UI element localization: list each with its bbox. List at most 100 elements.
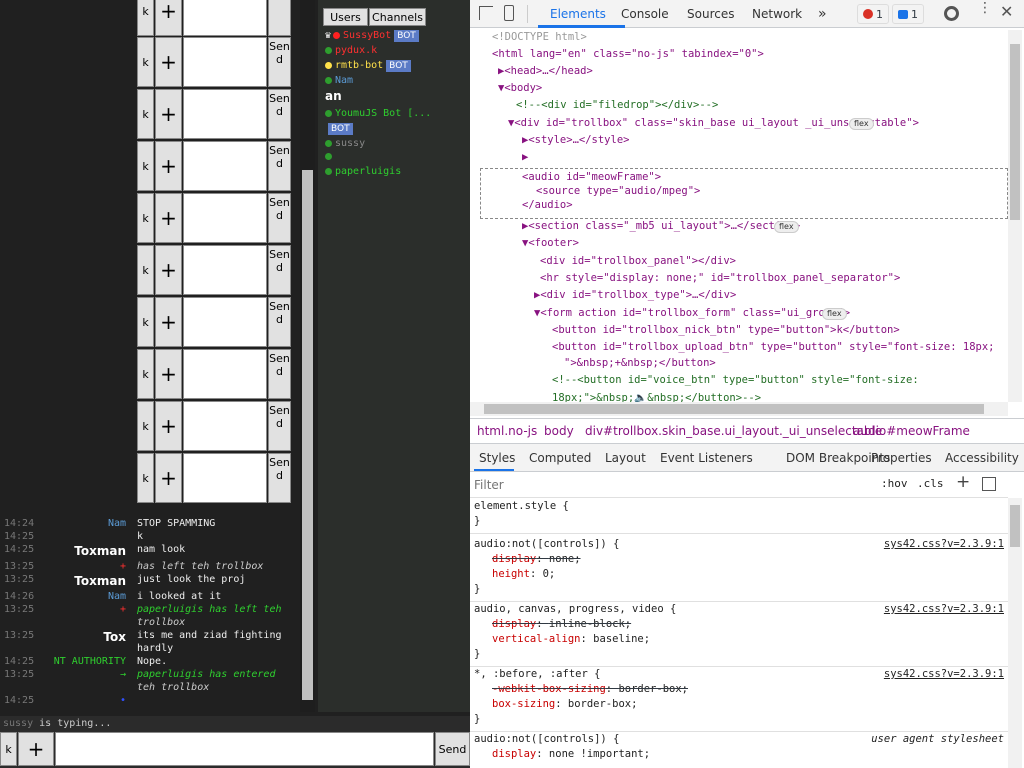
message-input[interactable] [183, 401, 267, 451]
styles-tab[interactable]: Event Listeners [660, 444, 753, 472]
css-selector[interactable]: audio:not([controls]) { [474, 538, 619, 550]
user-item[interactable]: ♛ SussyBot BOT [325, 28, 419, 43]
message-nick[interactable]: • [120, 695, 126, 706]
css-selector[interactable]: *, :before, :after { [474, 668, 600, 680]
message-input[interactable] [183, 297, 267, 347]
user-item[interactable]: BOT [325, 121, 353, 136]
breadcrumb-item[interactable]: audio#meowFrame [853, 424, 970, 438]
styles-tab[interactable]: Properties [871, 444, 932, 472]
flex-badge[interactable]: flex [849, 118, 874, 130]
css-source-link[interactable]: sys42.css?v=2.3.9:1 [884, 603, 1004, 615]
user-item[interactable]: pydux.k [325, 43, 377, 58]
dom-node[interactable]: <button id="trollbox_upload_btn" type="b… [552, 341, 995, 353]
nick-button[interactable]: k [137, 0, 154, 36]
upload-button[interactable]: + [155, 245, 182, 295]
user-item[interactable] [325, 149, 335, 164]
send-button[interactable]: Send [268, 297, 291, 347]
dom-node[interactable]: <hr style="display: none;" id="trollbox_… [540, 272, 900, 284]
dom-node[interactable]: ▼<body> [498, 82, 542, 94]
message-nick[interactable]: + [120, 561, 126, 572]
message-counter[interactable]: 1 [892, 4, 924, 24]
dom-node[interactable]: <!--<button id="voice_btn" type="button"… [552, 374, 919, 386]
dom-node[interactable]: ▶ [522, 151, 528, 163]
add-rule-icon[interactable]: + [956, 472, 970, 492]
nick-button[interactable]: k [137, 297, 154, 347]
css-declaration[interactable]: display: none; [492, 553, 581, 565]
message-input[interactable] [183, 0, 267, 36]
gear-icon[interactable] [944, 6, 959, 21]
upload-button[interactable]: + [155, 0, 182, 36]
css-declaration[interactable]: box-sizing: border-box; [492, 698, 637, 710]
styles-tab[interactable]: Layout [605, 444, 646, 472]
user-name[interactable]: YoumuJS Bot [... [335, 108, 431, 119]
tab-channels[interactable]: Channels [369, 8, 426, 26]
message-nick[interactable]: Nam [108, 518, 126, 529]
filter-input[interactable] [474, 476, 864, 494]
flex-badge[interactable]: flex [822, 308, 847, 320]
inspect-icon[interactable] [479, 6, 493, 20]
upload-button[interactable]: + [155, 349, 182, 399]
send-button[interactable]: Send [268, 453, 291, 503]
css-selector[interactable]: audio, canvas, progress, video { [474, 603, 676, 615]
user-item[interactable]: paperluigis [325, 164, 401, 179]
more-tabs-icon[interactable]: » [818, 0, 827, 28]
user-name[interactable]: sussy [335, 138, 365, 149]
dom-node[interactable]: ▶<section class="_mb5 ui_layout">…</sect… [522, 220, 800, 232]
dom-hscrollbar-thumb[interactable] [484, 404, 984, 414]
css-selector[interactable]: audio:not([controls]) { [474, 733, 619, 745]
message-nick[interactable]: Nam [108, 591, 126, 602]
upload-button[interactable]: + [155, 453, 182, 503]
dom-node[interactable]: ▶<head>…</head> [498, 65, 593, 77]
message-input[interactable] [183, 89, 267, 139]
dom-node[interactable]: <!DOCTYPE html> [492, 31, 587, 43]
nick-button[interactable]: k [137, 37, 154, 87]
css-source-link[interactable]: sys42.css?v=2.3.9:1 [884, 538, 1004, 550]
send-button[interactable]: Send [268, 193, 291, 243]
upload-button[interactable]: + [155, 297, 182, 347]
dom-node[interactable]: <!--<div id="filedrop"></div>--> [516, 99, 718, 111]
css-declaration[interactable]: height: 0; [492, 568, 555, 580]
nick-button[interactable]: k [137, 89, 154, 139]
nick-button[interactable]: k [137, 401, 154, 451]
tab-elements[interactable]: Elements [550, 0, 606, 28]
css-declaration[interactable]: vertical-align: baseline; [492, 633, 650, 645]
styles-tab[interactable]: Computed [529, 444, 591, 472]
send-button[interactable]: end [268, 0, 291, 36]
chat-scrollbar-thumb[interactable] [302, 170, 313, 700]
message-input[interactable] [183, 193, 267, 243]
message-input[interactable] [55, 732, 434, 766]
message-nick[interactable]: + [120, 604, 126, 615]
user-name[interactable]: an [325, 89, 342, 103]
send-button[interactable]: Send [268, 401, 291, 451]
dom-node[interactable]: <button id="trollbox_nick_btn" type="but… [552, 324, 900, 336]
styles-scrollbar-thumb[interactable] [1010, 505, 1020, 547]
user-name[interactable]: pydux.k [335, 45, 377, 56]
user-item[interactable]: YoumuJS Bot [... [325, 106, 431, 121]
styles-tab[interactable]: Accessibility [945, 444, 1019, 472]
message-nick[interactable]: Toxman [74, 544, 126, 558]
send-button[interactable]: Send [268, 245, 291, 295]
dom-node[interactable]: ▶<style>…</style> [522, 134, 629, 146]
css-declaration[interactable]: display: inline-block; [492, 618, 631, 630]
css-source-link[interactable]: user agent stylesheet [871, 733, 1004, 745]
message-nick[interactable]: NT AUTHORITY [54, 656, 126, 667]
user-name[interactable]: Nam [335, 75, 353, 86]
message-nick[interactable]: Toxman [74, 574, 126, 588]
user-item[interactable]: rmtb-bot BOT [325, 58, 411, 73]
device-toolbar-icon[interactable] [504, 5, 514, 21]
breadcrumb-item[interactable]: div#trollbox.skin_base.ui_layout._ui_uns… [585, 424, 882, 438]
css-declaration[interactable]: display: none !important; [492, 748, 650, 760]
dom-node[interactable]: <html lang="en" class="no-js" tabindex="… [492, 48, 764, 60]
message-nick[interactable]: → [120, 669, 126, 680]
dom-node[interactable]: <div id="trollbox_panel"></div> [540, 255, 736, 267]
user-item[interactable]: an [325, 88, 342, 103]
user-item[interactable]: Nam [325, 73, 353, 88]
message-input[interactable] [183, 349, 267, 399]
tab-sources[interactable]: Sources [687, 0, 734, 28]
breadcrumb-item[interactable]: body [544, 424, 574, 438]
message-input[interactable] [183, 453, 267, 503]
upload-button[interactable]: + [155, 401, 182, 451]
tab-users[interactable]: Users [323, 8, 368, 26]
message-input[interactable] [183, 141, 267, 191]
message-input[interactable] [183, 37, 267, 87]
